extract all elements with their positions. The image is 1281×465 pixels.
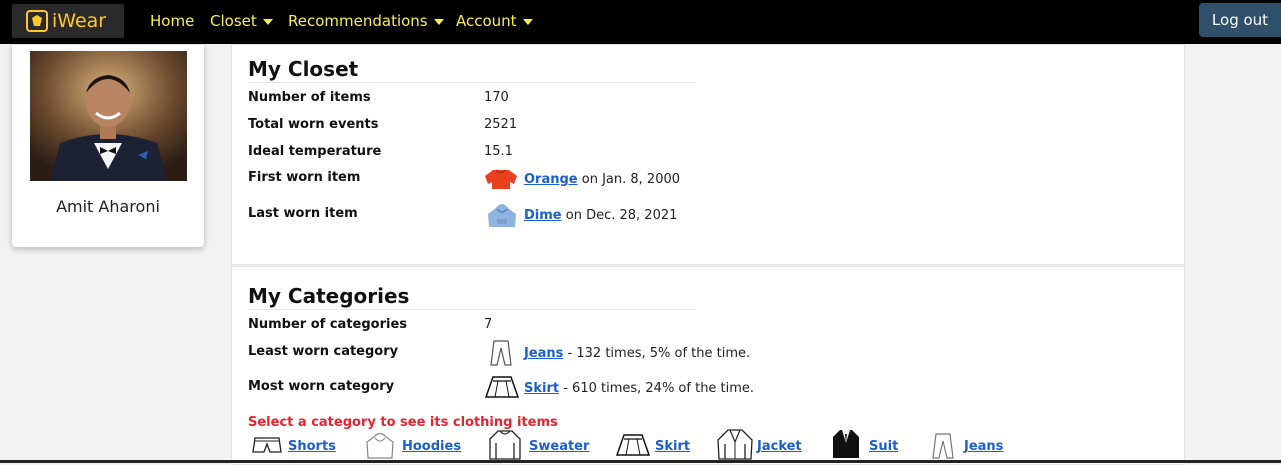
category-sweater-link[interactable]: Sweater	[529, 439, 589, 454]
category-shorts-link[interactable]: Shorts	[288, 439, 336, 454]
items-count-label: Number of items	[248, 90, 371, 105]
skirt-icon	[484, 376, 520, 398]
least-worn-text: Jeans - 132 times, 5% of the time.	[524, 346, 750, 361]
categories-count-value: 7	[484, 317, 493, 332]
profile-card: Amit Aharoni	[12, 45, 204, 247]
nav-home[interactable]: Home	[150, 12, 194, 30]
most-worn-text: Skirt - 610 times, 24% of the time.	[524, 381, 754, 396]
brand-logo[interactable]: iWear	[12, 4, 124, 38]
category-jeans-link[interactable]: Jeans	[964, 439, 1003, 454]
nav-recommendations-dropdown[interactable]: Recommendations	[288, 12, 444, 30]
jeans-icon	[490, 340, 512, 366]
logout-button[interactable]: Log out	[1199, 3, 1281, 37]
last-worn-text: Dime on Dec. 28, 2021	[524, 208, 677, 223]
nav-recommendations-label: Recommendations	[288, 12, 428, 30]
most-worn-stats: - 610 times, 24% of the time.	[559, 381, 755, 396]
caret-down-icon	[522, 18, 533, 25]
profile-name: Amit Aharoni	[56, 197, 160, 216]
caret-down-icon	[433, 18, 444, 25]
jacket-icon[interactable]	[716, 428, 754, 461]
nav-account-dropdown[interactable]: Account	[456, 12, 533, 30]
worn-events-value: 2521	[484, 117, 518, 132]
top-navbar: iWear Home Closet Recommendations Accoun…	[0, 0, 1281, 44]
least-worn-label: Least worn category	[248, 344, 399, 359]
suit-icon[interactable]	[832, 429, 860, 459]
category-select-prompt: Select a category to see its clothing it…	[248, 415, 558, 430]
nav-account-label: Account	[456, 12, 517, 30]
hoodie-icon	[488, 204, 516, 227]
nav-closet-label: Closet	[210, 12, 257, 30]
first-worn-text: Orange on Jan. 8, 2000	[524, 172, 680, 187]
last-worn-item-link[interactable]: Dime	[524, 208, 562, 223]
caret-down-icon	[262, 18, 273, 25]
jeans-icon[interactable]	[932, 433, 954, 459]
last-worn-label: Last worn item	[248, 206, 358, 221]
first-worn-item-link[interactable]: Orange	[524, 172, 578, 187]
most-worn-label: Most worn category	[248, 379, 395, 394]
title-divider	[248, 82, 696, 83]
nav-closet-dropdown[interactable]: Closet	[210, 12, 273, 30]
category-suit-link[interactable]: Suit	[869, 439, 898, 454]
brand-name: iWear	[52, 10, 107, 32]
category-hoodies-link[interactable]: Hoodies	[402, 439, 461, 454]
least-worn-category-link[interactable]: Jeans	[524, 346, 563, 361]
least-worn-stats: - 132 times, 5% of the time.	[563, 346, 751, 361]
brand-icon	[26, 10, 48, 32]
category-skirt-link[interactable]: Skirt	[655, 439, 690, 454]
worn-events-label: Total worn events	[248, 117, 379, 132]
my-categories-panel: My Categories Number of categories 7 Lea…	[231, 266, 1185, 465]
sweater-icon[interactable]	[488, 429, 522, 461]
last-worn-date: on Dec. 28, 2021	[561, 208, 678, 223]
title-divider	[248, 309, 696, 310]
my-closet-panel: My Closet Number of items 170 Total worn…	[231, 44, 1185, 265]
first-worn-date: on Jan. 8, 2000	[577, 172, 681, 187]
ideal-temp-value: 15.1	[484, 144, 513, 159]
ideal-temp-label: Ideal temperature	[248, 144, 382, 159]
categories-title: My Categories	[248, 284, 410, 308]
sweater-icon	[485, 169, 517, 189]
first-worn-label: First worn item	[248, 170, 361, 185]
profile-avatar	[30, 51, 187, 181]
skirt-icon[interactable]	[615, 433, 651, 457]
nav-home-label: Home	[150, 12, 195, 30]
most-worn-category-link[interactable]: Skirt	[524, 381, 559, 396]
categories-count-label: Number of categories	[248, 317, 408, 332]
hoodie-icon[interactable]	[366, 431, 394, 459]
category-jacket-link[interactable]: Jacket	[757, 439, 802, 454]
shorts-icon[interactable]	[252, 436, 282, 454]
items-count-value: 170	[484, 90, 509, 105]
closet-title: My Closet	[248, 57, 359, 81]
